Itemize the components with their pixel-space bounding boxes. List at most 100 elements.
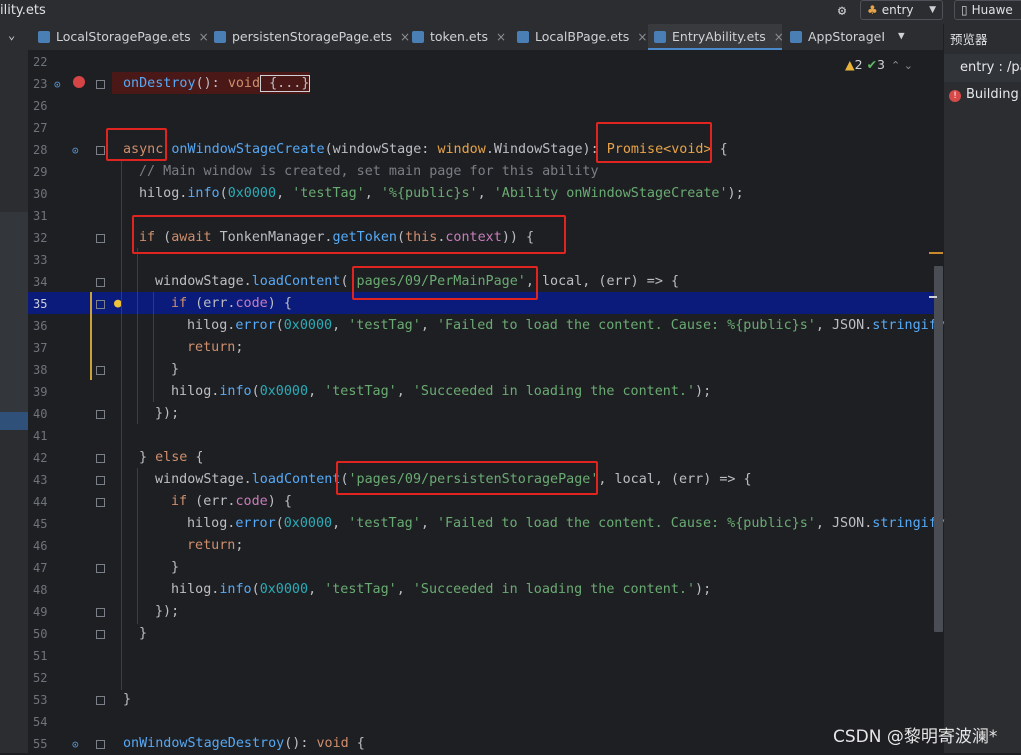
sidebar-selection: [0, 412, 28, 430]
chevron-down-icon[interactable]: ▼: [898, 29, 905, 42]
tab-token[interactable]: token.ets ×: [412, 24, 506, 50]
code-token: );: [727, 186, 744, 201]
tab-label: LocalStoragePage.ets: [56, 29, 191, 44]
close-icon[interactable]: ×: [637, 30, 647, 44]
tab-localstoragepage[interactable]: LocalStoragePage.ets ×: [38, 24, 209, 50]
code-line: hilog.error(0x0000, 'testTag', 'Failed t…: [187, 513, 945, 535]
device-dropdown[interactable]: ▯ Huawe: [954, 0, 1021, 20]
code-token: onWindowStageCreate: [171, 142, 325, 157]
gear-icon[interactable]: ⚙: [833, 2, 851, 20]
override-icon[interactable]: ⊙: [54, 78, 61, 91]
check-icon: ✔: [866, 57, 878, 72]
override-icon[interactable]: ⊙: [72, 738, 79, 751]
previewer-entry[interactable]: entry : /pa: [944, 54, 1021, 82]
change-marker: [90, 292, 92, 380]
code-token: }: [171, 560, 180, 575]
code-token: 'Failed to load the content. Cause: %{pu…: [436, 318, 816, 333]
fold-marker[interactable]: [96, 564, 105, 573]
sidebar-block: [0, 212, 28, 417]
code-token: {: [348, 736, 365, 751]
code-token: code: [235, 296, 268, 311]
fold-marker[interactable]: [96, 366, 105, 375]
code-token: (: [340, 274, 349, 289]
code-line: onWindowStageDestroy(): void {: [123, 733, 365, 755]
fold-marker[interactable]: [96, 234, 105, 243]
code-token: ) {: [267, 494, 292, 509]
folded-block[interactable]: {...}: [260, 75, 311, 92]
code-token: ) {: [267, 296, 292, 311]
code-token: 'testTag': [324, 384, 397, 399]
code-token: loadContent: [251, 274, 341, 289]
fold-marker[interactable]: [96, 80, 105, 89]
code-token: error: [235, 516, 276, 531]
file-icon: [790, 31, 802, 43]
editor-tab-bar: ⌄ LocalStoragePage.ets × persistenStorage…: [0, 24, 943, 51]
code-token: void: [316, 736, 349, 751]
code-token: );: [695, 384, 712, 399]
code-line: } else {: [139, 447, 204, 469]
tab-entryability[interactable]: EntryAbility.ets ×: [648, 24, 784, 50]
entry-dropdown[interactable]: ♣ entry ▼: [860, 0, 943, 20]
chevron-down-icon[interactable]: ⌄: [8, 28, 15, 42]
code-token: windowStage.: [155, 274, 252, 289]
line-number: 41: [33, 429, 48, 443]
code-token: else: [155, 450, 188, 465]
annotation-box-if-await: [132, 215, 566, 254]
indent-guide: [137, 468, 138, 624]
scroll-marker: [929, 296, 937, 298]
code-token: 'testTag': [324, 582, 397, 597]
fold-marker[interactable]: [96, 454, 105, 463]
code-token: info: [219, 582, 252, 597]
fold-marker[interactable]: [96, 146, 105, 155]
line-number: 39: [33, 385, 48, 399]
code-token: if: [171, 494, 188, 509]
tab-label: AppStorageI: [808, 29, 886, 44]
code-token: 'Failed to load the content. Cause: %{pu…: [436, 516, 816, 531]
fold-marker[interactable]: [96, 498, 105, 507]
code-token: onDestroy: [123, 76, 196, 91]
indent-guide: [153, 292, 154, 402]
inspection-widget[interactable]: ▲2 ✔3 ⌃ ⌄: [845, 57, 913, 72]
close-icon[interactable]: ×: [400, 30, 410, 44]
phone-icon: ▯: [961, 3, 968, 17]
fold-marker[interactable]: [96, 608, 105, 617]
code-token: , local, (err) => {: [598, 472, 752, 487]
close-icon[interactable]: ×: [199, 30, 209, 44]
fold-marker[interactable]: [96, 410, 105, 419]
fold-marker[interactable]: [96, 300, 105, 309]
tab-appstorage[interactable]: AppStorageI: [790, 24, 890, 50]
line-number: 45: [33, 517, 48, 531]
code-token: );: [695, 582, 712, 597]
fold-marker[interactable]: [96, 740, 105, 749]
code-token: info: [187, 186, 220, 201]
fold-marker[interactable]: [96, 278, 105, 287]
line-number: 42: [33, 451, 48, 465]
tab-localbpage[interactable]: LocalBPage.ets ×: [517, 24, 647, 50]
code-token: }: [123, 692, 132, 707]
vertical-scrollbar[interactable]: [934, 266, 943, 632]
code-token: , local, (err) => {: [525, 274, 680, 289]
close-icon[interactable]: ×: [496, 30, 506, 44]
code-token: ,: [420, 318, 437, 333]
code-token: info: [219, 384, 252, 399]
breakpoint-icon[interactable]: [73, 76, 85, 88]
module-icon: ♣: [867, 3, 878, 17]
fold-marker[interactable]: [96, 476, 105, 485]
title-bar: ility.ets ⚙ ♣ entry ▼ ▯ Huawe: [0, 0, 1021, 25]
code-line: });: [155, 601, 179, 623]
code-token: }: [139, 626, 148, 641]
check-count: 3: [877, 57, 885, 72]
line-number: 38: [33, 363, 48, 377]
fold-marker[interactable]: [96, 696, 105, 705]
code-token: hilog.: [171, 582, 220, 597]
line-number: 53: [33, 693, 48, 707]
chevron-up-down-icon[interactable]: ⌃ ⌄: [891, 59, 913, 72]
fold-marker[interactable]: [96, 630, 105, 639]
line-number: 35: [33, 297, 48, 311]
override-icon[interactable]: ⊙: [72, 144, 79, 157]
tab-persistenstoragepage[interactable]: persistenStoragePage.ets ×: [214, 24, 410, 50]
code-token: '%{public}s': [380, 186, 478, 201]
window-title: ility.ets: [0, 3, 46, 18]
code-token: ,: [396, 384, 413, 399]
close-icon[interactable]: ×: [774, 30, 784, 44]
